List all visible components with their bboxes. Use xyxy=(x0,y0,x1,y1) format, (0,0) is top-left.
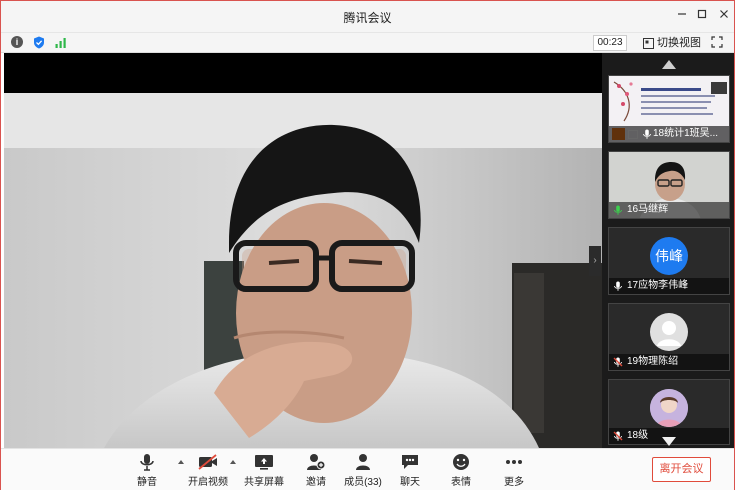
window-title: 腾讯会议 xyxy=(343,11,392,25)
chat-label: 聊天 xyxy=(400,477,420,488)
scroll-down-button[interactable] xyxy=(662,437,676,446)
smiley-icon xyxy=(453,454,469,470)
mic-muted-icon xyxy=(613,357,623,367)
scroll-up-button[interactable] xyxy=(662,60,676,69)
mute-button[interactable]: 静音 xyxy=(122,453,172,489)
meeting-info-bar: i 00:23 切换视图 xyxy=(1,32,734,53)
participant-tile[interactable]: 18级 xyxy=(608,379,730,445)
participant-name: 18统计1班吴... xyxy=(609,126,729,142)
participant-tile[interactable]: 伟峰 17应物李伟峰 xyxy=(608,227,730,295)
participant-tile[interactable]: 16马继辉 xyxy=(608,151,730,219)
participant-tile[interactable]: 19物理陈绍 xyxy=(608,303,730,371)
chevron-right-icon: › xyxy=(593,255,597,266)
switch-view-label: 切换视图 xyxy=(657,37,701,49)
meeting-timer: 00:23 xyxy=(593,35,627,51)
minimize-button[interactable] xyxy=(674,8,690,24)
more-button[interactable]: 更多 xyxy=(489,453,539,489)
meeting-window: 腾讯会议 i 00:23 切换视图 › 18统计1班吴... 16马继辉 伟峰 … xyxy=(0,0,735,490)
mic-muted-icon xyxy=(613,431,623,441)
user-photo-icon xyxy=(650,389,688,427)
switch-view-button[interactable]: 切换视图 xyxy=(643,35,701,51)
maximize-button[interactable] xyxy=(694,8,710,24)
close-icon xyxy=(720,10,728,18)
participant-tile[interactable]: 18统计1班吴... xyxy=(608,75,730,143)
add-user-icon xyxy=(307,454,326,470)
speaker-video-image xyxy=(4,93,602,448)
default-user-icon xyxy=(657,321,681,346)
fullscreen-icon[interactable] xyxy=(711,36,723,48)
main-video-stage xyxy=(4,53,602,448)
info-icon[interactable]: i xyxy=(11,36,23,48)
signal-icon[interactable] xyxy=(55,36,67,48)
chat-icon xyxy=(402,455,418,469)
minimize-icon xyxy=(678,13,686,15)
members-button[interactable]: 成员(33) xyxy=(338,453,388,489)
shield-icon[interactable] xyxy=(33,36,45,49)
share-screen-icon xyxy=(255,455,273,470)
start-video-label: 开启视频 xyxy=(188,477,228,488)
title-bar: 腾讯会议 xyxy=(1,1,734,32)
avatar xyxy=(650,313,688,351)
leave-meeting-button[interactable]: 离开会议 xyxy=(652,457,711,482)
participant-sidebar: 18统计1班吴... 16马继辉 伟峰 17应物李伟峰 19物理陈绍 18级 xyxy=(602,53,734,448)
start-video-button[interactable]: 开启视频 xyxy=(183,453,233,489)
avatar: 伟峰 xyxy=(650,237,688,275)
emoji-label: 表情 xyxy=(451,477,471,488)
video-off-icon xyxy=(198,454,217,470)
main-video-feed xyxy=(4,93,602,448)
more-dots-icon xyxy=(506,460,522,464)
participant-name: 16马继辉 xyxy=(609,202,729,218)
share-screen-label: 共享屏幕 xyxy=(244,477,284,488)
close-button[interactable] xyxy=(716,8,732,24)
collapse-sidebar-button[interactable]: › xyxy=(589,246,601,276)
more-label: 更多 xyxy=(504,477,524,488)
participant-name: 17应物李伟峰 xyxy=(609,278,729,294)
share-screen-button[interactable]: 共享屏幕 xyxy=(239,453,289,489)
members-icon xyxy=(356,454,370,470)
invite-label: 邀请 xyxy=(306,477,326,488)
grid-view-icon xyxy=(643,37,654,49)
members-label: 成员(33) xyxy=(344,477,382,488)
invite-button[interactable]: 邀请 xyxy=(291,453,341,489)
chat-button[interactable]: 聊天 xyxy=(385,453,435,489)
video-options-caret-icon[interactable] xyxy=(230,460,236,464)
mic-icon xyxy=(614,281,622,291)
mic-active-icon xyxy=(614,205,622,215)
mic-icon xyxy=(643,129,651,139)
emoji-button[interactable]: 表情 xyxy=(436,453,486,489)
maximize-icon xyxy=(697,9,707,19)
mute-label: 静音 xyxy=(137,477,157,488)
meeting-toolbar: 静音 开启视频 共享屏幕 邀请 成员(33) 聊天 表情 更多 离开会议 xyxy=(1,448,734,490)
participant-name: 19物理陈绍 xyxy=(609,354,729,370)
avatar xyxy=(650,389,688,427)
microphone-icon xyxy=(140,454,154,471)
